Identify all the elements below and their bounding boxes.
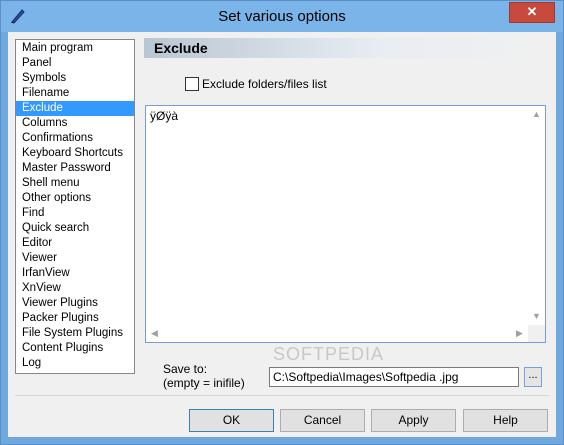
ok-button[interactable]: OK: [189, 409, 274, 432]
nav-item-file-system-plugins[interactable]: File System Plugins: [16, 326, 134, 341]
browse-button[interactable]: ...: [524, 367, 542, 387]
title-bar[interactable]: Set various options ✕: [1, 1, 563, 32]
nav-item-viewer[interactable]: Viewer: [16, 251, 134, 266]
save-to-hint: (empty = inifile): [163, 376, 245, 390]
save-path-input[interactable]: C:\Softpedia\Images\Softpedia .jpg: [269, 367, 519, 387]
nav-item-columns[interactable]: Columns: [16, 116, 134, 131]
apply-button[interactable]: Apply: [371, 409, 456, 432]
exclude-checkbox[interactable]: [185, 77, 199, 91]
vertical-scrollbar[interactable]: ▲ ▼: [528, 106, 545, 325]
close-icon: ✕: [526, 4, 538, 19]
window-title: Set various options: [218, 8, 346, 25]
cancel-button[interactable]: Cancel: [280, 409, 365, 432]
nav-item-exclude[interactable]: Exclude: [16, 101, 134, 116]
nav-item-master-password[interactable]: Master Password: [16, 161, 134, 176]
exclude-checkbox-label[interactable]: Exclude folders/files list: [202, 77, 327, 91]
dialog-client: Main program Panel Symbols Filename Exclude C…: [8, 32, 556, 437]
separator: [15, 395, 549, 396]
nav-item-filename[interactable]: Filename: [16, 86, 134, 101]
options-window: Set various options ✕ Main program Panel S…: [0, 0, 564, 445]
nav-item-panel[interactable]: Panel: [16, 56, 134, 71]
scroll-right-icon[interactable]: ▶: [511, 325, 528, 342]
nav-item-main-program[interactable]: Main program: [16, 41, 134, 56]
scroll-left-icon[interactable]: ◀: [146, 325, 163, 342]
nav-item-other-options[interactable]: Other options: [16, 191, 134, 206]
nav-item-quick-search[interactable]: Quick search: [16, 221, 134, 236]
nav-item-keyboard-shortcuts[interactable]: Keyboard Shortcuts: [16, 146, 134, 161]
nav-item-shell-menu[interactable]: Shell menu: [16, 176, 134, 191]
horizontal-scrollbar[interactable]: ◀ ▶: [146, 325, 528, 342]
nav-item-content-plugins[interactable]: Content Plugins: [16, 341, 134, 356]
nav-item-irfanview[interactable]: IrfanView: [16, 266, 134, 281]
nav-item-symbols[interactable]: Symbols: [16, 71, 134, 86]
watermark: SOFTPEDIA: [273, 344, 385, 364]
exclude-list-text: ÿØÿà: [150, 109, 179, 123]
scroll-up-icon[interactable]: ▲: [528, 106, 545, 123]
nav-item-editor[interactable]: Editor: [16, 236, 134, 251]
exclude-list-textarea[interactable]: ÿØÿà ▲ ▼ ◀ ▶: [145, 105, 546, 343]
options-nav-list[interactable]: Main program Panel Symbols Filename Exclude C…: [15, 39, 135, 374]
nav-item-packer-plugins[interactable]: Packer Plugins: [16, 311, 134, 326]
nav-item-confirmations[interactable]: Confirmations: [16, 131, 134, 146]
nav-item-find[interactable]: Find: [16, 206, 134, 221]
nav-item-xnview[interactable]: XnView: [16, 281, 134, 296]
help-button[interactable]: Help: [463, 409, 548, 432]
nav-item-viewer-plugins[interactable]: Viewer Plugins: [16, 296, 134, 311]
save-to-label: Save to:: [163, 362, 208, 376]
scrollbar-corner: [528, 325, 545, 342]
save-path-value: C:\Softpedia\Images\Softpedia .jpg: [273, 370, 459, 384]
scroll-down-icon[interactable]: ▼: [528, 308, 545, 325]
close-button[interactable]: ✕: [509, 2, 555, 23]
section-title: Exclude: [154, 40, 208, 56]
section-header: Exclude: [144, 38, 549, 58]
nav-item-log[interactable]: Log: [16, 356, 134, 371]
